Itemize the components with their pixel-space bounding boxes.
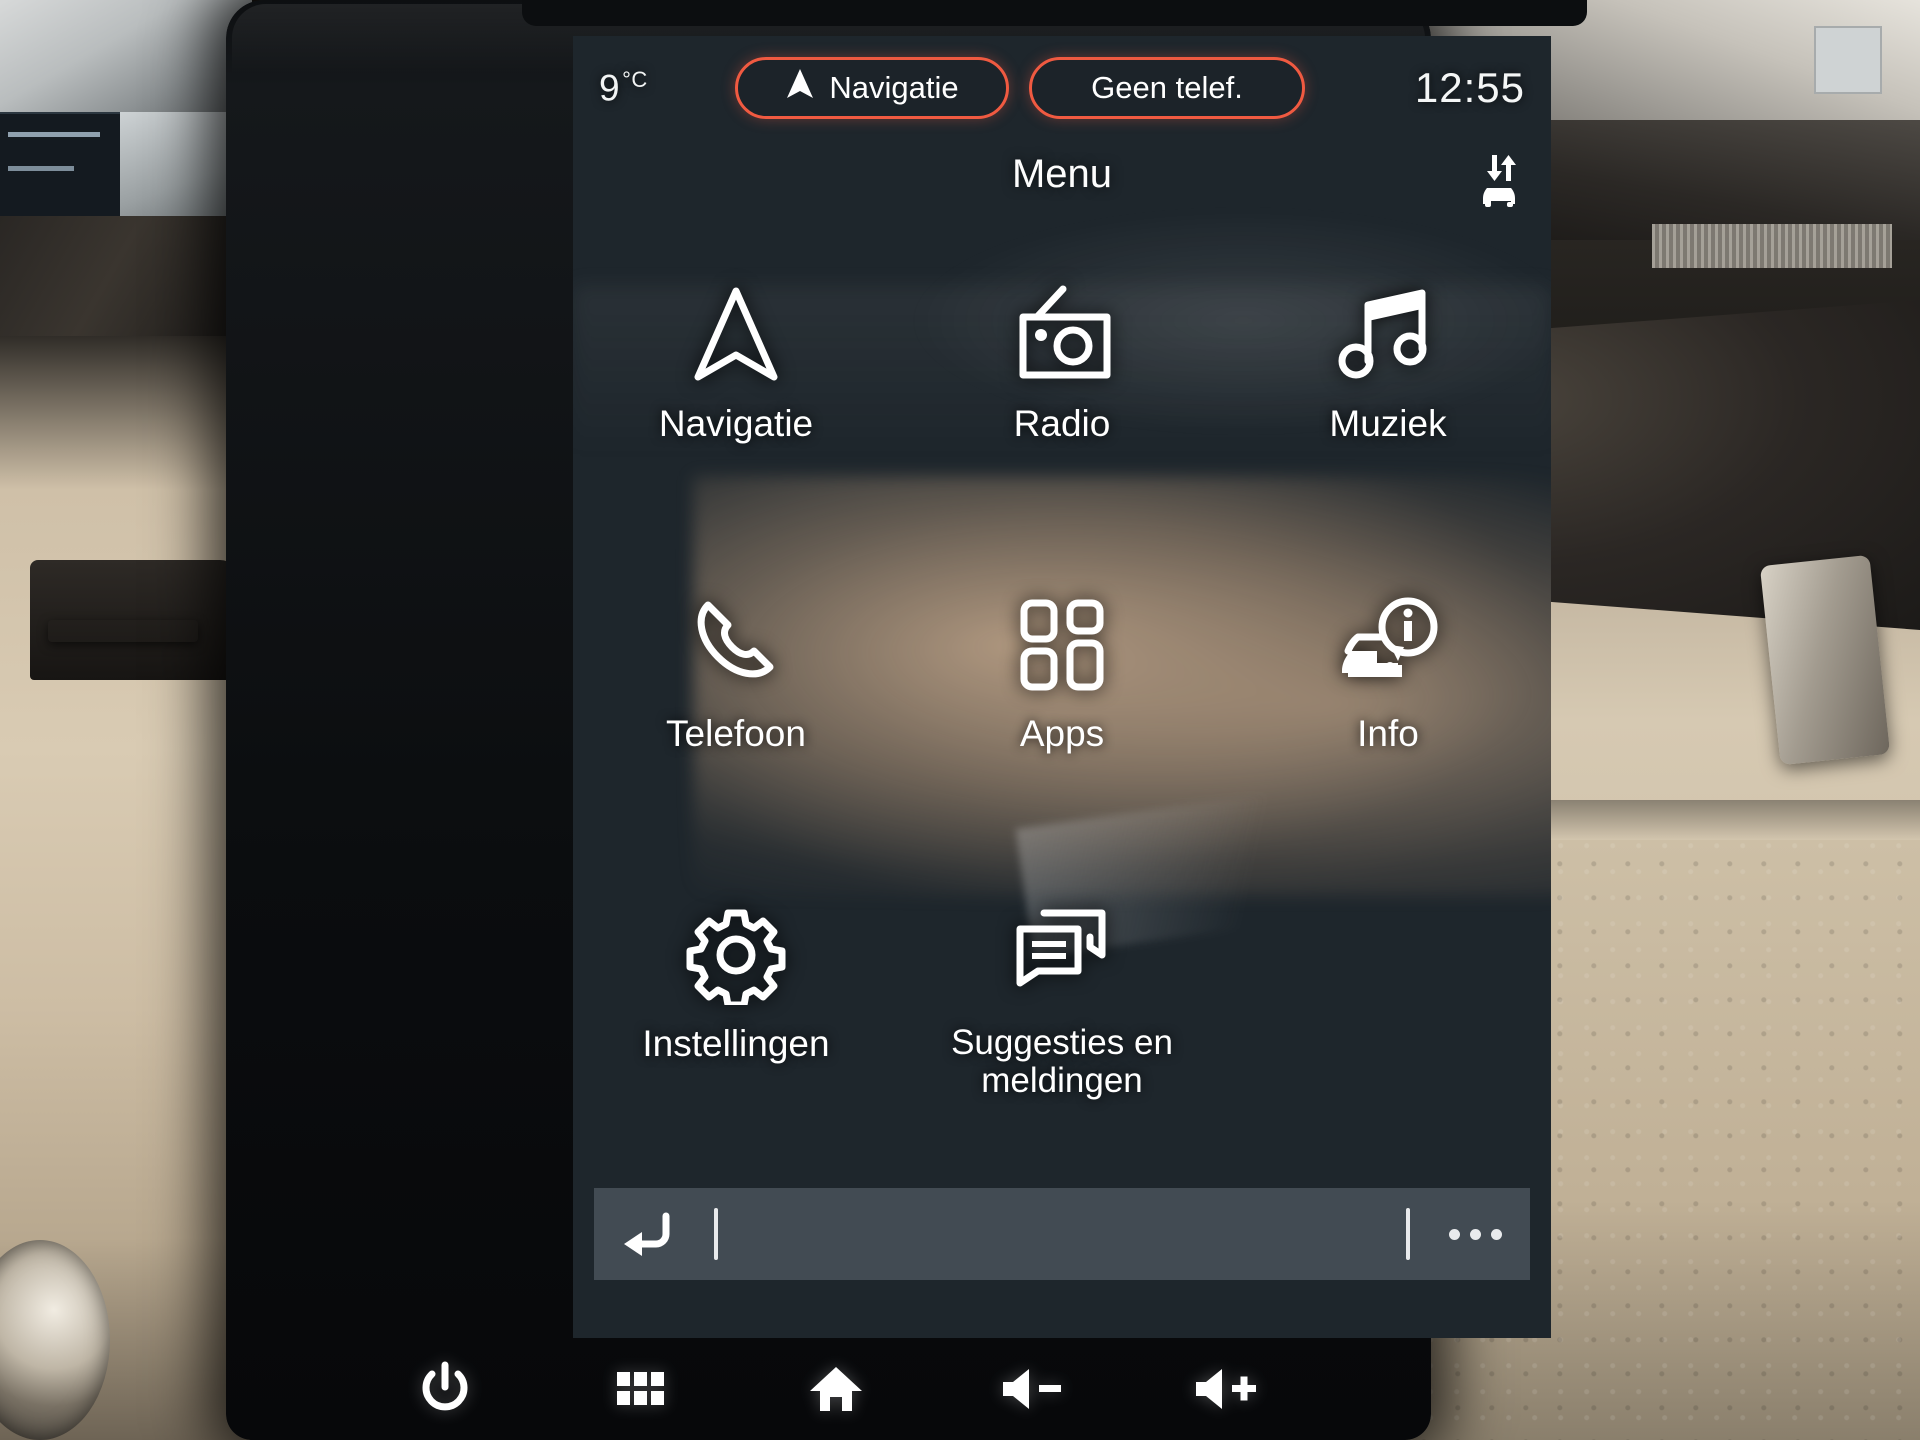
menu-tile-label: Navigatie bbox=[658, 403, 814, 444]
status-pill-navigation[interactable]: Navigatie bbox=[735, 57, 1009, 119]
background-display-panel bbox=[0, 112, 120, 220]
navigation-arrow-icon bbox=[690, 280, 782, 390]
clock: 12:55 bbox=[1414, 64, 1525, 111]
back-arrow-icon[interactable] bbox=[618, 1203, 680, 1265]
toolbar-divider-right bbox=[1406, 1208, 1410, 1260]
dot bbox=[1490, 1228, 1502, 1240]
gear-icon bbox=[686, 900, 786, 1010]
status-pill-phone-label: Geen telef. bbox=[1091, 70, 1243, 105]
page-title: Menu bbox=[1011, 152, 1113, 196]
car-info-icon bbox=[1334, 590, 1442, 700]
temperature-value: 9 bbox=[599, 67, 621, 109]
menu-tile-label: Telefoon bbox=[666, 713, 806, 754]
status-pill-navigation-label: Navigatie bbox=[829, 70, 959, 105]
car-airflow-icon[interactable] bbox=[1473, 152, 1525, 208]
dot bbox=[1448, 1228, 1460, 1240]
menu-tile-label: Suggesties en meldingen bbox=[951, 1023, 1173, 1100]
bezel-top-notch bbox=[522, 0, 1587, 26]
menu-tile-muziek[interactable]: Muziek bbox=[1225, 236, 1551, 546]
infotainment-display-bezel: 9°C Navigatie Geen telef. 12:55 Menu Nav… bbox=[226, 0, 1587, 1440]
page-header: Menu bbox=[573, 142, 1551, 222]
dashboard-left bbox=[0, 0, 252, 1440]
menu-tile-telefoon[interactable]: Telefoon bbox=[573, 546, 899, 856]
chrome-trim-left bbox=[48, 620, 198, 642]
menu-tile-label: Instellingen bbox=[642, 1023, 830, 1064]
menu-tile-navigatie[interactable]: Navigatie bbox=[573, 236, 899, 546]
music-note-icon bbox=[1336, 280, 1440, 390]
menu-grid: Navigatie Radio Muziek Telefoon Apps Inf… bbox=[573, 236, 1551, 1186]
apps-grid-small-icon[interactable] bbox=[585, 1351, 695, 1427]
menu-tile-label: Info bbox=[1357, 713, 1419, 754]
power-icon[interactable] bbox=[390, 1351, 500, 1427]
more-dots-icon[interactable] bbox=[1432, 1228, 1518, 1240]
dot bbox=[1469, 1228, 1481, 1240]
menu-tile-label: Radio bbox=[1013, 403, 1111, 444]
context-toolbar bbox=[594, 1188, 1530, 1280]
navigation-arrow-icon bbox=[785, 67, 815, 109]
menu-tile-suggesties-en-meldingen[interactable]: Suggesties en meldingen bbox=[899, 856, 1225, 1166]
status-pill-phone[interactable]: Geen telef. bbox=[1029, 57, 1305, 119]
windshield-left-view bbox=[0, 0, 252, 116]
chrome-trim-right bbox=[1759, 554, 1891, 766]
radio-icon bbox=[1007, 280, 1117, 390]
menu-tile-info[interactable]: Info bbox=[1225, 546, 1551, 856]
menu-tile-apps[interactable]: Apps bbox=[899, 546, 1225, 856]
hardware-key-row bbox=[347, 1338, 1325, 1440]
menu-tile-label: Muziek bbox=[1329, 403, 1447, 444]
menu-tile-radio[interactable]: Radio bbox=[899, 236, 1225, 546]
home-icon[interactable] bbox=[781, 1351, 891, 1427]
infotainment-screen[interactable]: 9°C Navigatie Geen telef. 12:55 Menu Nav… bbox=[573, 36, 1551, 1338]
menu-tile-label: Apps bbox=[1019, 713, 1105, 754]
dashboard-left-upper bbox=[0, 216, 252, 336]
chat-bubbles-icon bbox=[1010, 900, 1114, 1010]
temperature-unit: °C bbox=[622, 66, 648, 92]
volume-down-icon[interactable] bbox=[977, 1351, 1087, 1427]
toolbar-divider-left bbox=[714, 1208, 718, 1260]
speaker-grille-right bbox=[1652, 224, 1892, 268]
phone-handset-icon bbox=[686, 590, 786, 700]
volume-up-icon[interactable] bbox=[1172, 1351, 1282, 1427]
apps-grid-icon bbox=[1012, 590, 1112, 700]
menu-tile-instellingen[interactable]: Instellingen bbox=[573, 856, 899, 1166]
outside-temperature: 9°C bbox=[599, 67, 719, 109]
status-bar: 9°C Navigatie Geen telef. 12:55 bbox=[573, 36, 1551, 140]
